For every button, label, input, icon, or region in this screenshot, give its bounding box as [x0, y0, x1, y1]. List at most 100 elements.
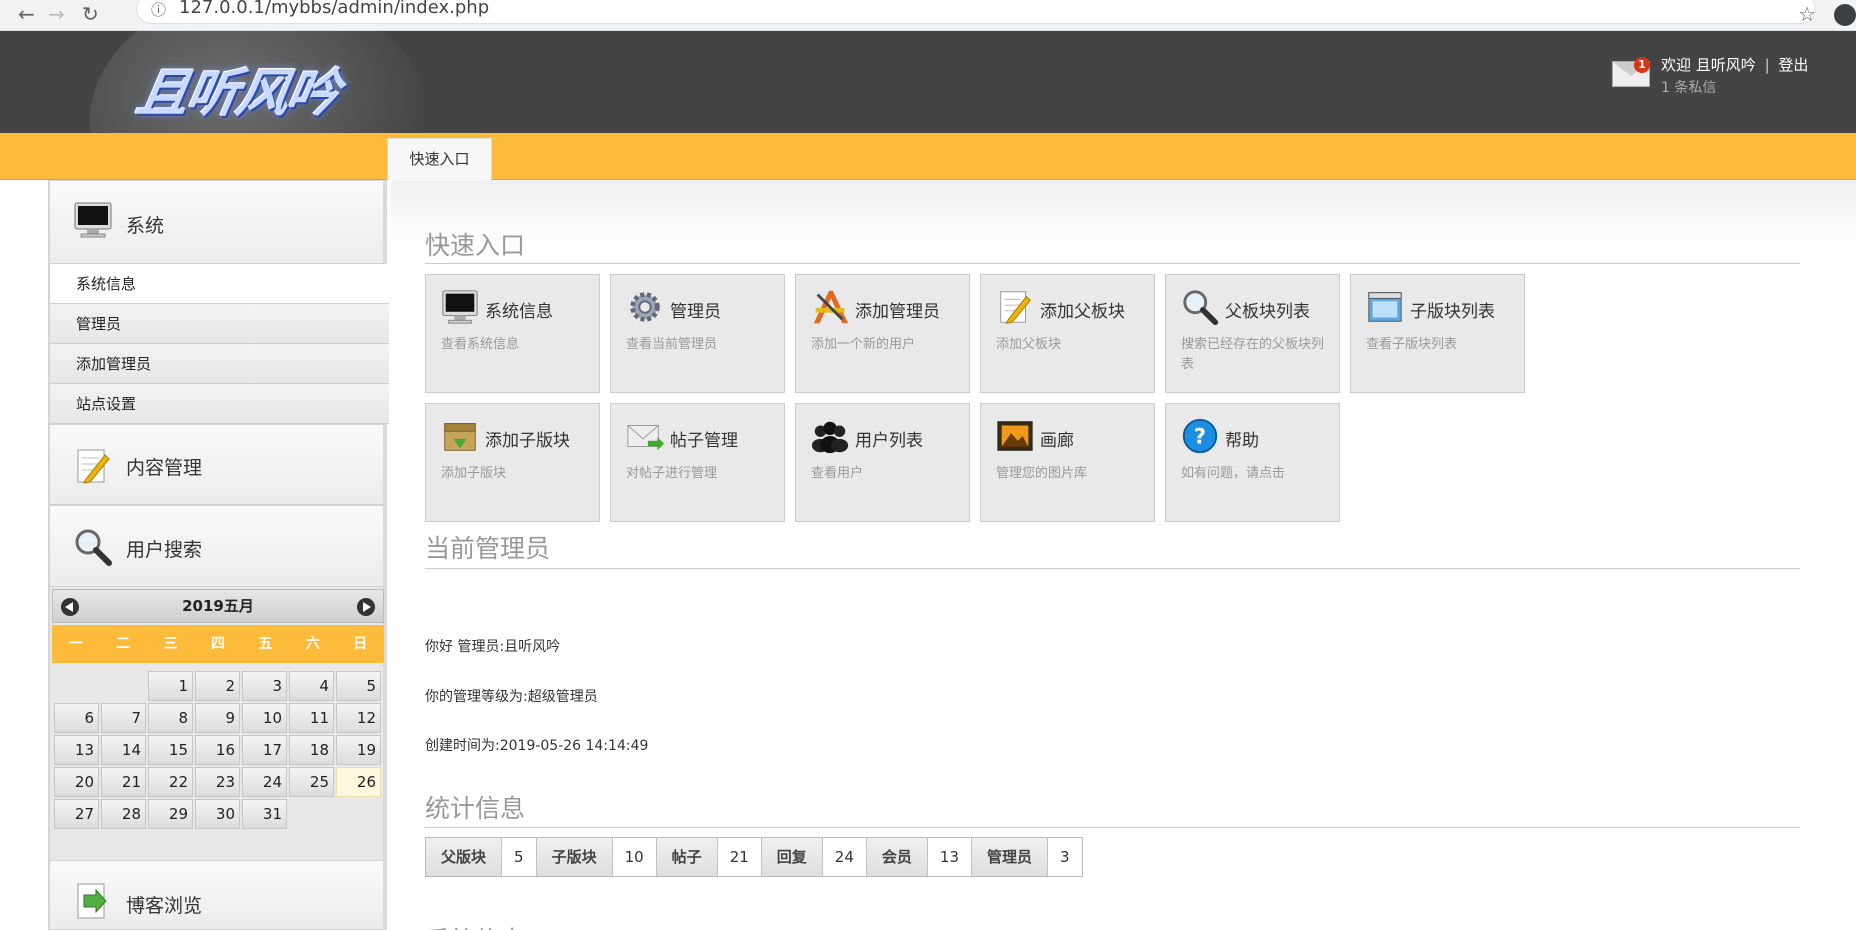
- calendar-day[interactable]: 6: [54, 703, 99, 733]
- logout-link[interactable]: 登出: [1778, 56, 1808, 74]
- divider: [425, 568, 1800, 569]
- calendar-day[interactable]: 29: [148, 799, 193, 829]
- quick-tile[interactable]: 添加管理员添加一个新的用户: [795, 274, 970, 393]
- calendar-day[interactable]: 27: [54, 799, 99, 829]
- tile-description: 管理您的图片库: [996, 466, 1088, 481]
- quick-tile[interactable]: ? 帮助 如有问题，请点击: [1165, 403, 1340, 522]
- divider: [425, 827, 1800, 828]
- calendar-day[interactable]: 3: [242, 671, 287, 701]
- sidebar-item-site-settings[interactable]: 站点设置: [50, 384, 389, 424]
- calendar-day[interactable]: 16: [195, 735, 240, 765]
- calendar-blank: [101, 671, 146, 701]
- calendar-day[interactable]: 2: [195, 671, 240, 701]
- calendar-day[interactable]: 10: [242, 703, 287, 733]
- window-icon: [1368, 292, 1402, 322]
- quick-tile[interactable]: 帖子管理 对帖子进行管理: [610, 403, 785, 522]
- stat-label: 帖子: [656, 838, 718, 876]
- mail-badge: 1: [1634, 57, 1650, 73]
- calendar-day[interactable]: 18: [289, 735, 334, 765]
- calendar-day[interactable]: 9: [195, 703, 240, 733]
- bookmark-star-icon[interactable]: ☆: [1798, 2, 1816, 26]
- calendar-day[interactable]: 20: [54, 767, 99, 797]
- sidebar-section-label: 系统: [126, 215, 165, 237]
- quick-tile[interactable]: 画廊管理您的图片库: [980, 403, 1155, 522]
- tab-bar: 快速入口: [0, 133, 1856, 181]
- sidebar-section-user-search[interactable]: 用户搜索: [50, 505, 383, 587]
- sidebar-section-system[interactable]: 系统: [50, 180, 383, 264]
- calendar-day[interactable]: 31: [242, 799, 287, 829]
- sidebar-section-label: 博客浏览: [126, 895, 203, 917]
- tile-title: 添加管理员: [855, 302, 940, 322]
- info-icon[interactable]: ⓘ: [151, 0, 166, 20]
- quick-tile[interactable]: 管理员 查看当前管理员: [610, 274, 785, 393]
- calendar-day[interactable]: 23: [195, 767, 240, 797]
- tile-title: 画廊: [1040, 431, 1074, 451]
- sidebar-item-admins[interactable]: 管理员: [50, 304, 389, 344]
- profile-avatar[interactable]: [1834, 4, 1856, 26]
- quick-tile[interactable]: 子版块列表 查看子版块列表: [1350, 274, 1525, 393]
- admin-hello-text: 你好 管理员:且听风吟: [425, 639, 561, 655]
- edit-icon: [1000, 291, 1031, 324]
- welcome-separator: |: [1764, 56, 1770, 74]
- main-content: 快速入口 系统信息 查看系统信息 管理员 查看当前管理员 添加管理员 添加一个新的用户 添加…: [391, 181, 1856, 930]
- calendar-day[interactable]: 28: [101, 799, 146, 829]
- tile-title: 用户列表: [855, 431, 923, 451]
- tile-title: 父板块列表: [1225, 302, 1310, 322]
- calendar-day[interactable]: 25: [289, 767, 334, 797]
- admin-level-text: 你的管理等级为:超级管理员: [425, 689, 598, 705]
- weekday-label: 六: [305, 636, 320, 652]
- sidebar-section-content[interactable]: 内容管理: [50, 424, 383, 505]
- calendar-day[interactable]: 15: [148, 735, 193, 765]
- tools-icon: [813, 290, 849, 324]
- calendar-day[interactable]: 30: [195, 799, 240, 829]
- calendar-day[interactable]: 17: [242, 735, 287, 765]
- tile-description: 查看系统信息: [441, 337, 520, 352]
- calendar-day-today[interactable]: 26: [336, 767, 381, 797]
- quick-tile[interactable]: 系统信息 查看系统信息: [425, 274, 600, 393]
- sidebar-item-add-admin[interactable]: 添加管理员: [50, 344, 389, 384]
- site-header: 且听风吟 1 欢迎 且听风吟 | 登出 1 条私信: [0, 31, 1856, 133]
- private-message-link[interactable]: 1 条私信: [1661, 77, 1716, 97]
- sidebar-section-blog[interactable]: 博客浏览: [50, 860, 383, 930]
- tab-quick-entry[interactable]: 快速入口: [387, 138, 492, 181]
- site-logo[interactable]: 且听风吟: [131, 51, 344, 126]
- forward-icon[interactable]: →: [48, 4, 65, 24]
- next-month-icon[interactable]: [357, 598, 375, 616]
- calendar-day[interactable]: 11: [289, 703, 334, 733]
- calendar-day[interactable]: 4: [289, 671, 334, 701]
- calendar-day[interactable]: 12: [336, 703, 381, 733]
- url-text[interactable]: 127.0.0.1/mybbs/admin/index.php: [179, 0, 489, 18]
- back-icon[interactable]: ←: [18, 4, 35, 24]
- stat-label: 父版块: [426, 838, 503, 876]
- calendar-day[interactable]: 22: [148, 767, 193, 797]
- weekday-label: 二: [116, 636, 131, 652]
- quick-tile[interactable]: 父板块列表 搜索已经存在的父板块列表: [1165, 274, 1340, 393]
- reload-icon[interactable]: ↻: [82, 4, 99, 24]
- calendar-day[interactable]: 21: [101, 767, 146, 797]
- divider: [425, 263, 1800, 264]
- calendar-day[interactable]: 13: [54, 735, 99, 765]
- quick-entry-title: 快速入口: [425, 231, 526, 260]
- calendar-day[interactable]: 14: [101, 735, 146, 765]
- calendar-day[interactable]: 24: [242, 767, 287, 797]
- tile-description: 添加一个新的用户: [811, 337, 916, 352]
- weekday-label: 五: [258, 636, 273, 652]
- welcome-text: 欢迎 且听风吟: [1661, 56, 1756, 74]
- tile-title: 添加子版块: [485, 431, 570, 451]
- stats-table: 父版块 5 子版块 10 帖子 21 回复 24 会员 13 管理员 3: [425, 837, 1083, 877]
- weekday-label: 一: [68, 636, 83, 652]
- monitor-icon: [442, 290, 478, 324]
- sidebar-item-system-info[interactable]: 系统信息: [50, 264, 389, 304]
- quick-tile[interactable]: 添加子版块 添加子版块: [425, 403, 600, 522]
- stat-value: 10: [612, 838, 657, 876]
- calendar-day[interactable]: 5: [336, 671, 381, 701]
- calendar-day[interactable]: 7: [101, 703, 146, 733]
- calendar-day[interactable]: 1: [148, 671, 193, 701]
- calendar-day[interactable]: 8: [148, 703, 193, 733]
- address-bar[interactable]: ⓘ 127.0.0.1/mybbs/admin/index.php: [136, 0, 1816, 24]
- quick-tile[interactable]: 用户列表 查看用户: [795, 403, 970, 522]
- prev-month-icon[interactable]: [61, 598, 79, 616]
- calendar-day[interactable]: 19: [336, 735, 381, 765]
- quick-tile[interactable]: 添加父板块 添加父板块: [980, 274, 1155, 393]
- welcome-line: 欢迎 且听风吟 | 登出: [1661, 54, 1808, 75]
